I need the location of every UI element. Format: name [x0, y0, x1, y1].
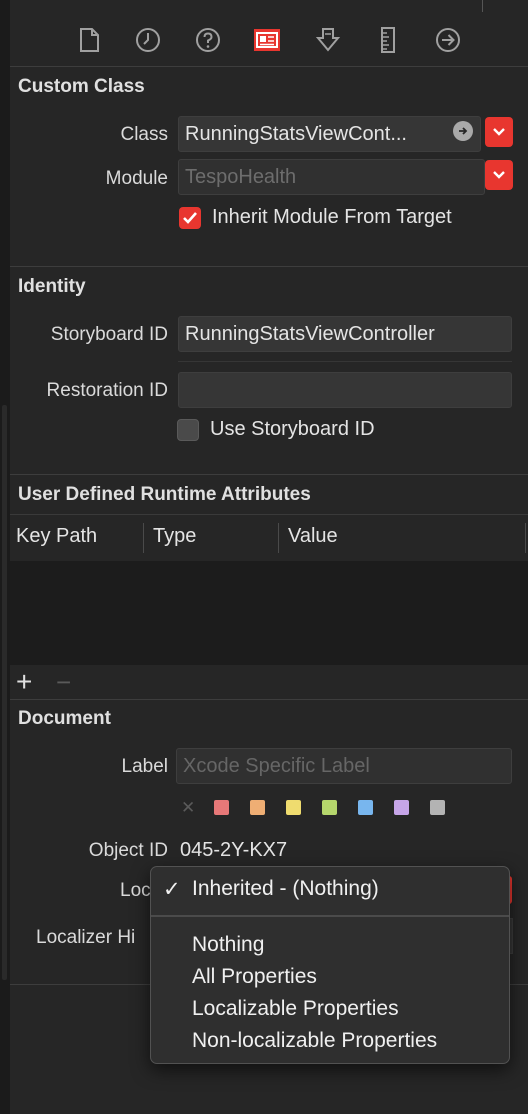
module-placeholder: TespoHealth	[185, 166, 297, 188]
column-divider	[278, 523, 279, 553]
document-title: Document	[18, 708, 111, 729]
column-value[interactable]: Value	[288, 525, 338, 548]
module-label: Module	[105, 168, 168, 189]
localizer-hint-label: Localizer Hi	[36, 927, 136, 948]
orange-swatch[interactable]	[250, 800, 265, 815]
menu-divider	[151, 915, 509, 917]
column-divider	[525, 523, 526, 553]
menu-item-all-properties[interactable]: All Properties	[192, 965, 317, 989]
add-attribute-button[interactable]: +	[16, 665, 32, 699]
module-field[interactable]: TespoHealth	[178, 159, 485, 195]
section-divider	[10, 699, 528, 700]
menu-item-inherited[interactable]: Inherited - (Nothing)	[192, 877, 379, 901]
purple-swatch[interactable]	[394, 800, 409, 815]
document-label-placeholder: Xcode Specific Label	[183, 755, 370, 777]
top-divider	[482, 0, 483, 12]
inherit-module-label[interactable]: Inherit Module From Target	[212, 206, 452, 229]
inherit-module-checkbox[interactable]	[179, 207, 201, 229]
menu-item-nothing[interactable]: Nothing	[192, 933, 264, 957]
identity-title: Identity	[18, 276, 86, 297]
file-inspector-icon[interactable]	[75, 26, 103, 54]
class-value: RunningStatsViewCont...	[185, 123, 407, 145]
document-label-field[interactable]: Xcode Specific Label	[176, 748, 512, 784]
connections-inspector-icon[interactable]	[434, 26, 462, 54]
section-divider	[10, 266, 528, 267]
menu-item-localizable-properties[interactable]: Localizable Properties	[192, 997, 399, 1021]
localization-label: Loc	[120, 880, 151, 901]
object-id-value: 045-2Y-KX7	[180, 839, 288, 861]
use-storyboard-id-label[interactable]: Use Storyboard ID	[210, 418, 375, 441]
checkmark-icon	[183, 212, 197, 224]
class-dropdown-button[interactable]	[485, 117, 513, 147]
history-inspector-icon[interactable]	[134, 26, 162, 54]
gray-swatch[interactable]	[430, 800, 445, 815]
red-swatch[interactable]	[214, 800, 229, 815]
localization-popup-menu: ✓ Inherited - (Nothing) Nothing All Prop…	[150, 866, 510, 1064]
remove-attribute-button[interactable]: −	[56, 665, 71, 699]
runtime-attributes-title: User Defined Runtime Attributes	[18, 484, 311, 505]
clear-label-icon[interactable]: ✕	[181, 798, 195, 818]
storyboard-id-value: RunningStatsViewController	[185, 323, 435, 345]
class-label: Class	[120, 124, 168, 145]
column-type[interactable]: Type	[153, 525, 196, 548]
quick-help-icon[interactable]	[194, 26, 222, 54]
runtime-attributes-footer: + −	[10, 665, 528, 699]
chevron-down-icon	[493, 171, 505, 179]
green-swatch[interactable]	[322, 800, 337, 815]
chevron-down-icon	[493, 128, 505, 136]
class-field[interactable]: RunningStatsViewCont...	[178, 116, 481, 152]
toolbar-divider	[10, 66, 528, 67]
left-scroll-knob[interactable]	[2, 405, 7, 980]
field-divider	[178, 361, 512, 362]
identity-inspector-icon[interactable]	[253, 26, 281, 54]
object-id-label: Object ID	[88, 840, 168, 861]
selected-checkmark-icon: ✓	[163, 878, 181, 901]
restoration-id-label: Restoration ID	[46, 380, 168, 401]
runtime-attributes-table-body[interactable]	[10, 561, 528, 665]
yellow-swatch[interactable]	[286, 800, 301, 815]
attributes-inspector-icon[interactable]	[314, 26, 342, 54]
blue-swatch[interactable]	[358, 800, 373, 815]
module-dropdown-button[interactable]	[485, 160, 513, 190]
restoration-id-field[interactable]	[178, 372, 512, 408]
use-storyboard-id-checkbox[interactable]	[177, 419, 199, 441]
runtime-attributes-table-header: Key Path Type Value	[10, 514, 528, 562]
column-divider	[143, 523, 144, 553]
document-label-label: Label	[121, 756, 169, 777]
size-inspector-icon[interactable]	[374, 26, 402, 54]
custom-class-title: Custom Class	[18, 76, 145, 97]
class-go-arrow-icon[interactable]	[453, 121, 473, 141]
storyboard-id-label: Storyboard ID	[50, 324, 168, 345]
section-divider	[10, 474, 528, 475]
menu-item-non-localizable-properties[interactable]: Non-localizable Properties	[192, 1029, 437, 1053]
storyboard-id-field[interactable]: RunningStatsViewController	[178, 316, 512, 352]
column-key-path[interactable]: Key Path	[16, 525, 97, 548]
